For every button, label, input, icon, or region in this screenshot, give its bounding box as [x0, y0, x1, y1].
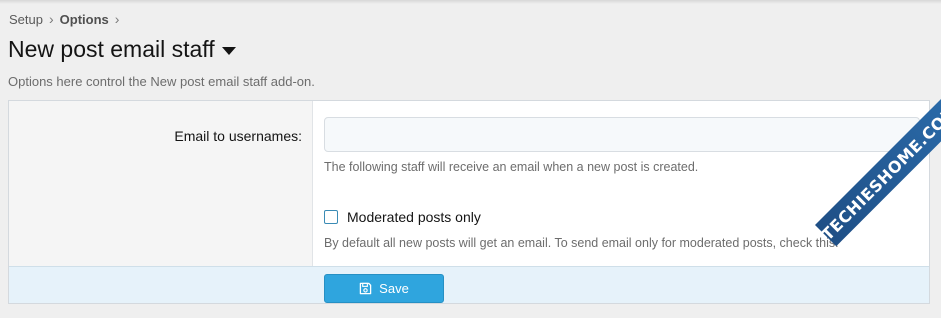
chevron-right-icon: › [48, 11, 54, 27]
form-label-column: Email to usernames: [9, 101, 313, 266]
moderated-posts-checkbox[interactable] [324, 210, 338, 224]
page-title: New post email staff [8, 36, 215, 62]
email-usernames-input[interactable] [324, 117, 920, 152]
save-button[interactable]: Save [324, 274, 444, 303]
save-icon [359, 282, 372, 295]
form-submit-row: Save [9, 266, 929, 303]
caret-down-icon[interactable] [221, 47, 236, 55]
chevron-right-icon: › [114, 11, 120, 27]
moderated-posts-label[interactable]: Moderated posts only [347, 209, 481, 225]
page-description: Options here control the New post email … [8, 74, 315, 89]
save-button-label: Save [379, 281, 409, 296]
breadcrumb-item-setup[interactable]: Setup [9, 12, 43, 27]
options-form: Email to usernames: The following staff … [8, 100, 930, 304]
breadcrumb-item-options[interactable]: Options [60, 12, 109, 27]
page-title-row[interactable]: New post email staff [8, 36, 236, 63]
email-usernames-label: Email to usernames: [174, 128, 302, 144]
breadcrumb: Setup › Options › [9, 11, 125, 27]
moderated-posts-option[interactable]: Moderated posts only [324, 209, 481, 225]
email-usernames-hint: The following staff will receive an emai… [324, 160, 699, 174]
moderated-posts-hint: By default all new posts will get an ema… [324, 236, 839, 250]
top-shade [0, 0, 941, 4]
